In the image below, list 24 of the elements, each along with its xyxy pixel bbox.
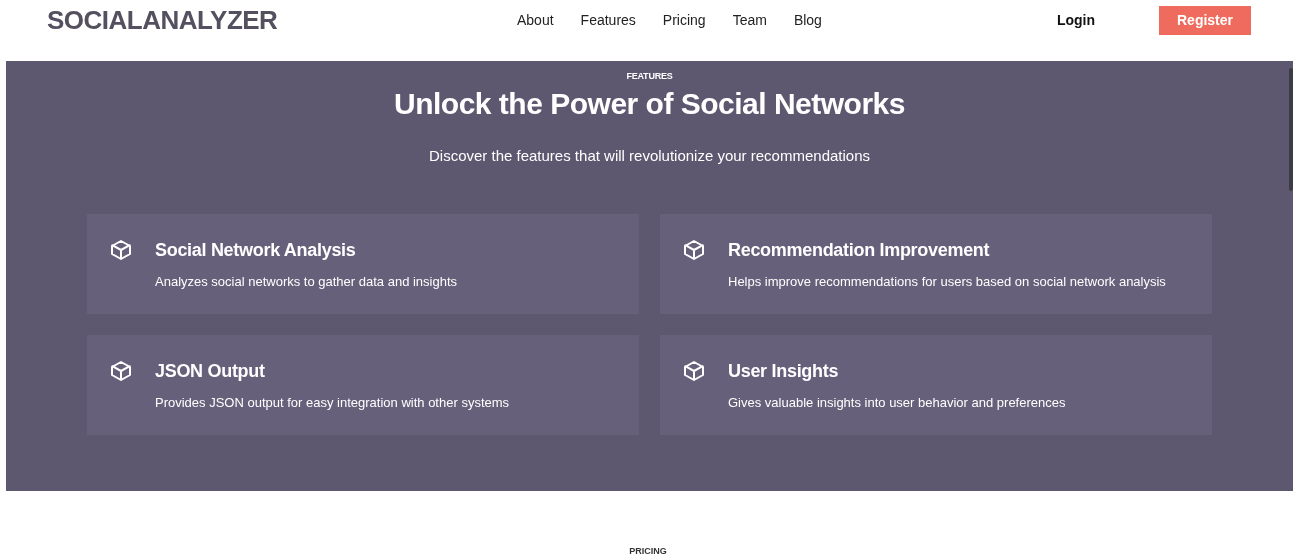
section-subtitle: Discover the features that will revolutionize your recommendations	[427, 147, 871, 164]
nav-link[interactable]: About	[517, 12, 554, 28]
nav-link[interactable]: Team	[732, 12, 767, 28]
section-title: Unlock the Power of Social Networks	[393, 87, 906, 121]
logo[interactable]: SOCIALANALYZER	[47, 4, 517, 36]
feature-description: Helps improve recommendations for users based on social network analysis	[728, 274, 1167, 289]
feature-description: Provides JSON output for easy integration with other systems	[155, 395, 511, 410]
section-eyebrow: PRICING	[629, 546, 667, 556]
login-link[interactable]: Login	[1056, 12, 1095, 28]
nav-link[interactable]: Features	[580, 12, 636, 28]
feature-title: Recommendation Improvement	[728, 239, 991, 261]
cube-icon	[109, 238, 133, 262]
cube-icon	[109, 359, 133, 383]
feature-description: Analyzes social networks to gather data and insights	[155, 274, 459, 289]
nav-link[interactable]: Blog	[793, 12, 822, 28]
section-eyebrow: FEATURES	[625, 71, 674, 81]
cube-icon	[682, 359, 706, 383]
feature-title: JSON Output	[155, 360, 266, 382]
feature-description: Gives valuable insights into user behavior and preferences	[728, 395, 1067, 410]
feature-title: Social Network Analysis	[155, 239, 357, 261]
nav-link[interactable]: Pricing	[662, 12, 706, 28]
feature-title: User Insights	[728, 360, 840, 382]
cube-icon	[682, 238, 706, 262]
scrollbar-thumb[interactable]	[1289, 68, 1293, 191]
